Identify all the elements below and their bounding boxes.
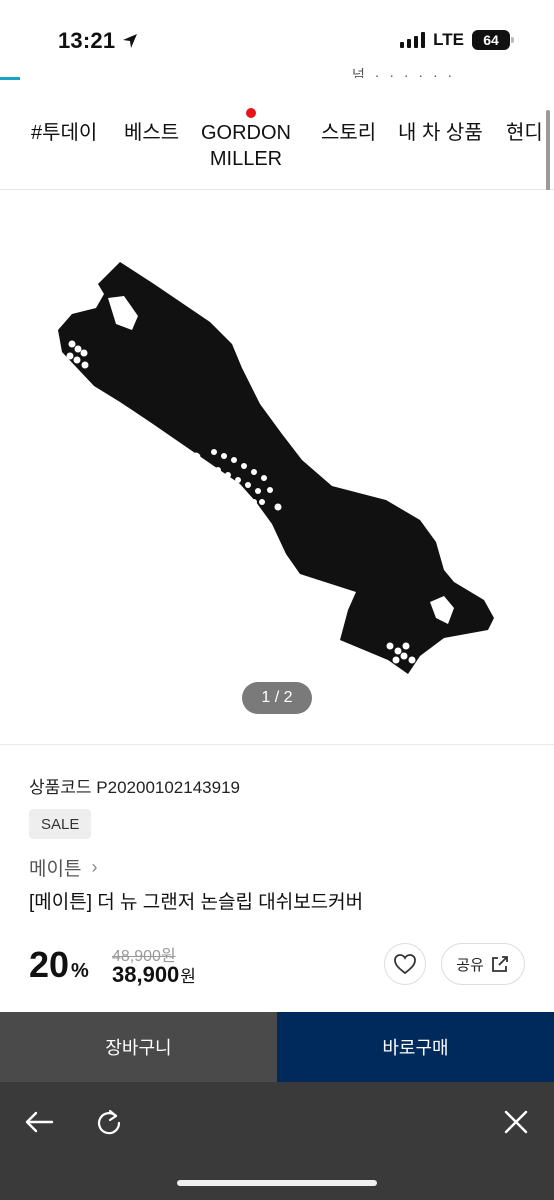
- heart-icon: [394, 954, 416, 975]
- reload-icon: [97, 1109, 121, 1135]
- back-arrow-icon: [25, 1111, 54, 1133]
- tab-story[interactable]: 스토리: [321, 120, 376, 146]
- signal-icon: [400, 32, 426, 48]
- discount-rate: 20 %: [29, 944, 89, 986]
- tab-gordon-miller-line2: MILLER: [209, 148, 283, 170]
- dashboard-cover-image: [58, 262, 494, 674]
- status-indicators: LTE 64: [400, 30, 514, 50]
- sale-price-value: 38,900: [112, 962, 180, 987]
- tab-my-car[interactable]: 내 차 상품: [398, 120, 483, 146]
- header-cut-text: 넘 · · · · · ·: [352, 67, 456, 78]
- sale-badge: SALE: [29, 809, 92, 839]
- sale-price-unit: 원: [180, 967, 196, 986]
- tab-gordon-miller[interactable]: GORDON MILLER: [201, 120, 291, 172]
- product-image[interactable]: [0, 190, 554, 745]
- new-badge-dot: [246, 108, 256, 118]
- status-time-text: 13:21: [58, 28, 116, 53]
- close-icon: [504, 1110, 528, 1134]
- brand-link[interactable]: 메이튼 ›: [29, 854, 97, 881]
- product-code: 상품코드 P20200102143919: [29, 778, 240, 797]
- add-to-cart-button[interactable]: 장바구니: [0, 1012, 277, 1082]
- like-button[interactable]: [384, 943, 426, 985]
- brand-name: 메이튼: [29, 859, 82, 880]
- reload-button[interactable]: [89, 1102, 129, 1142]
- category-nav: #투데이 베스트 GORDON MILLER 스토리 내 차 상품 현디: [0, 104, 554, 190]
- battery-level: 64: [483, 32, 499, 48]
- tab-today[interactable]: #투데이: [31, 120, 97, 146]
- sale-price: 38,900 원: [112, 962, 196, 988]
- discount-unit: %: [71, 960, 89, 982]
- header-accent-bar: [0, 77, 20, 80]
- back-button[interactable]: [19, 1102, 59, 1142]
- chevron-right-icon: ›: [91, 857, 98, 877]
- purchase-bar: 장바구니 바로구매: [0, 1012, 554, 1082]
- discount-value: 20: [29, 944, 70, 985]
- tab-best[interactable]: 베스트: [124, 120, 179, 146]
- product-name: [메이튼] 더 뉴 그랜저 논슬립 대쉬보드커버: [29, 892, 364, 913]
- tab-gordon-miller-line1: GORDON: [201, 122, 291, 144]
- network-label: LTE: [433, 30, 464, 49]
- battery-icon: 64: [472, 30, 514, 50]
- share-button[interactable]: 공유: [441, 943, 525, 985]
- share-label: 공유: [456, 956, 484, 974]
- status-time: 13:21: [58, 28, 139, 54]
- status-bar: 13:21 LTE 64: [0, 0, 554, 70]
- site-header: [0, 70, 554, 94]
- buy-now-button[interactable]: 바로구매: [277, 1012, 554, 1082]
- share-icon: [491, 956, 508, 972]
- close-button[interactable]: [496, 1102, 536, 1142]
- image-counter: 1 / 2: [242, 682, 312, 714]
- home-indicator[interactable]: [177, 1180, 377, 1186]
- location-arrow-icon: [123, 34, 138, 48]
- tab-hyundai[interactable]: 현디: [506, 120, 543, 146]
